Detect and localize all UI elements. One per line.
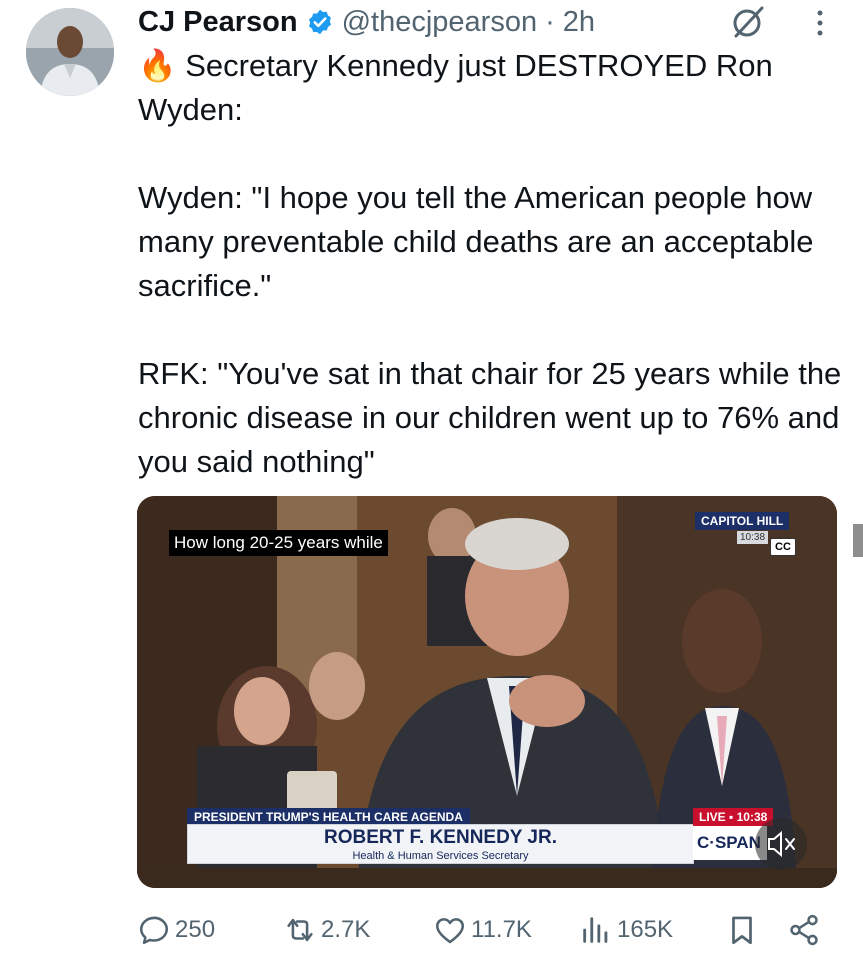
share-icon <box>790 914 818 946</box>
verified-badge-icon <box>306 8 334 36</box>
video-caption: How long 20-25 years while <box>169 530 388 556</box>
tweet-video[interactable]: How long 20-25 years while CAPITOL HILL … <box>137 496 837 888</box>
share-button[interactable] <box>787 908 825 952</box>
repost-button[interactable]: 2.7K <box>283 908 370 952</box>
author-name[interactable]: CJ Pearson <box>138 6 298 39</box>
closed-captions-button[interactable]: CC <box>770 538 796 556</box>
tweet-text: 🔥 Secretary Kennedy just DESTROYED Ron W… <box>138 48 842 479</box>
views-count: 165K <box>617 916 674 943</box>
views-chart-icon <box>583 917 608 943</box>
scrollbar-thumb[interactable] <box>853 524 863 557</box>
speaker-muted-icon <box>768 830 795 858</box>
time-separator: · <box>545 5 555 38</box>
tweet-header: CJ Pearson @thecjpearson · 2h <box>138 0 595 44</box>
reply-icon <box>139 916 169 945</box>
author-avatar[interactable] <box>26 8 114 96</box>
like-count: 11.7K <box>471 916 532 943</box>
more-options-icon[interactable] <box>810 8 830 38</box>
lower-third-name: ROBERT F. KENNEDY JR. <box>324 827 557 848</box>
author-handle[interactable]: @thecjpearson <box>342 6 538 39</box>
tweet-actions: 250 2.7K 11.7K 165K <box>137 908 827 952</box>
bookmark-icon <box>732 916 752 945</box>
lower-third-bar: ROBERT F. KENNEDY JR. Health & Human Ser… <box>187 824 694 864</box>
repost-icon <box>287 918 313 942</box>
like-button[interactable]: 11.7K <box>433 908 532 952</box>
mute-button[interactable] <box>755 818 807 870</box>
grok-icon[interactable] <box>730 4 766 40</box>
tweet-time[interactable]: 2h <box>563 6 595 39</box>
lower-third-title: Health & Human Services Secretary <box>352 850 529 862</box>
heart-icon <box>435 918 465 944</box>
reply-button[interactable]: 250 <box>137 908 215 952</box>
location-label: CAPITOL HILL <box>695 512 790 530</box>
location-time: 10:38 <box>737 531 769 544</box>
repost-count: 2.7K <box>321 916 371 943</box>
views-button[interactable]: 165K <box>579 908 673 952</box>
reply-count: 250 <box>175 916 216 943</box>
bookmark-button[interactable] <box>725 908 763 952</box>
